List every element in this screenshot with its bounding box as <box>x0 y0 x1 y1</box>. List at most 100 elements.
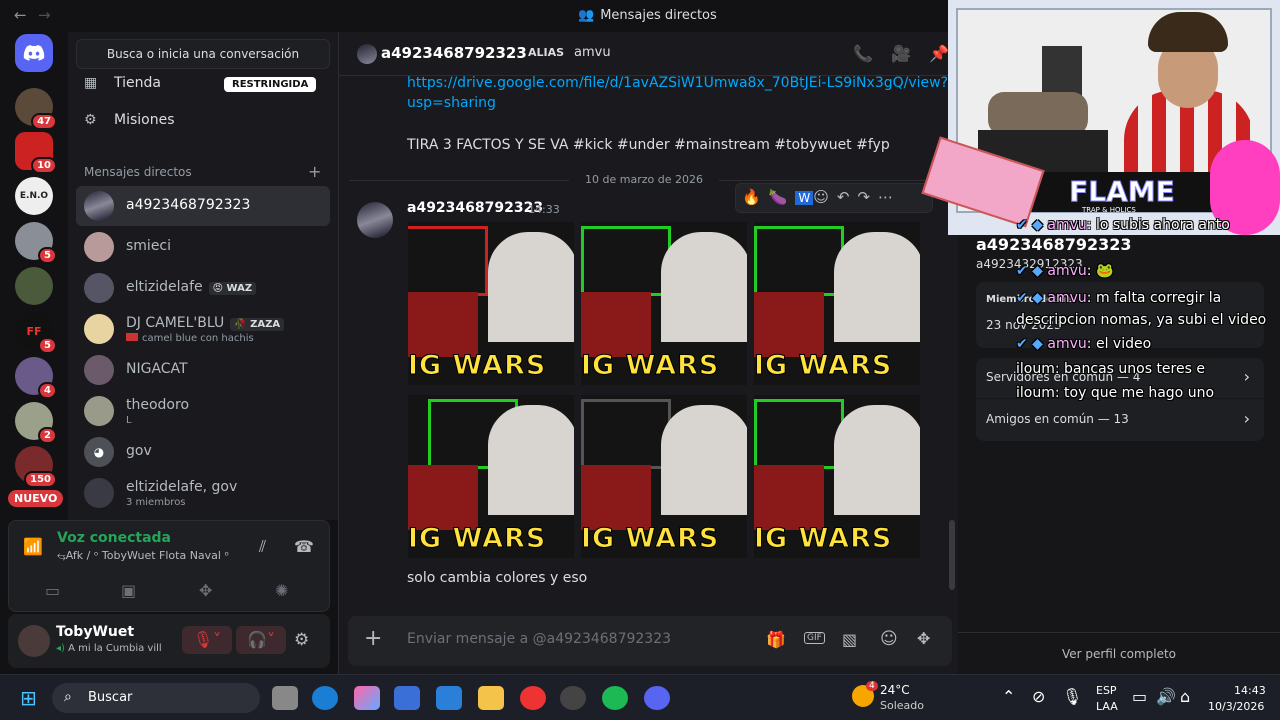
dm-item[interactable]: a4923468792323 <box>76 186 330 226</box>
obs-icon[interactable] <box>560 686 586 710</box>
scrollbar[interactable] <box>949 520 955 590</box>
pin-icon[interactable]: 📌 <box>929 44 949 63</box>
server-icon[interactable]: 4 <box>15 357 57 399</box>
message-author[interactable]: a4923468792323 <box>407 200 543 216</box>
volume-icon[interactable]: 🔊 <box>1156 687 1176 706</box>
chrome-icon[interactable] <box>520 686 546 710</box>
new-dm-plus-icon[interactable]: + <box>308 162 321 181</box>
nav-shop[interactable]: ▦ Tienda <box>84 75 161 91</box>
search-icon: ⌕ <box>64 689 72 705</box>
disconnect-icon[interactable]: ☎ <box>294 537 314 556</box>
dm-item[interactable]: NIGACAT <box>76 350 330 390</box>
server-eno-icon[interactable]: E.N.O <box>15 177 53 215</box>
dm-item[interactable]: DJ CAMEL'BLU 🥀 ZAZA camel blue con hachis <box>76 309 330 349</box>
activities-icon[interactable]: ✥ <box>199 581 212 600</box>
message-text: solo cambia colores y eso <box>407 570 588 586</box>
voice-panel: 📶 Voz conectada ⥃Afk / ᵒ TobyWuet Flota … <box>8 520 330 612</box>
message-link[interactable]: https://drive.google.com/file/d/1avAZSiW… <box>407 75 948 91</box>
dm-item[interactable]: eltizidelafe 😡 WAZ <box>76 268 330 308</box>
store-icon[interactable] <box>394 686 420 710</box>
settings-gear-icon[interactable]: ⚙ <box>294 630 309 650</box>
alias-label: ALIAS <box>528 46 565 59</box>
fire-reaction-icon[interactable]: 🔥 <box>742 188 769 206</box>
server-icon[interactable] <box>15 267 53 305</box>
server-icon[interactable]: 47 <box>15 88 57 130</box>
display-icon[interactable]: ▭ <box>1132 687 1147 706</box>
username: TobyWuet <box>56 624 135 640</box>
microphone-icon[interactable]: 🎙 <box>1062 687 1082 706</box>
overlay-chat-line: iloum: toy que me hago uno <box>1016 385 1215 401</box>
apps-icon[interactable]: ✥ <box>917 629 930 648</box>
deafen-button[interactable]: 🎧˅ <box>236 626 286 654</box>
outlook-icon[interactable] <box>436 686 462 710</box>
copilot-icon[interactable] <box>354 686 380 710</box>
edge-icon[interactable] <box>312 686 338 710</box>
task-view-icon[interactable] <box>272 686 298 710</box>
avatar[interactable] <box>357 202 393 238</box>
dm-item[interactable]: eltizidelafe, gov 3 miembros <box>76 473 330 513</box>
attach-plus-icon[interactable]: + <box>364 626 382 651</box>
gift-icon[interactable]: 🎁 <box>766 630 786 649</box>
w-reaction-icon[interactable]: W <box>795 191 814 205</box>
add-reaction-icon[interactable]: ☺ <box>813 188 837 206</box>
overlay-chat-line: iloum: bancas unos teres e <box>1016 361 1205 377</box>
more-icon[interactable]: ⋯ <box>878 188 901 206</box>
overlay-chat-line: ✔ ◆ amvu: el video <box>1016 336 1152 352</box>
message-time: 14:33 <box>528 203 560 216</box>
eggplant-reaction-icon[interactable]: 🍆 <box>769 188 796 206</box>
server-icon[interactable]: 150 <box>15 446 57 488</box>
dm-item[interactable]: ◕ gov <box>76 432 330 472</box>
sticker-icon[interactable]: ▧ <box>842 630 857 649</box>
profile-name: a4923468792323 <box>976 235 1132 254</box>
user-panel: TobyWuet ◂) A mi la Cumbia vill 🎙˅ 🎧˅ ⚙ <box>8 614 330 668</box>
server-icon[interactable]: 5 <box>15 222 57 264</box>
chevron-up-icon[interactable]: ⌃ <box>1002 687 1015 706</box>
dm-item[interactable]: theodoro L <box>76 391 330 431</box>
file-explorer-icon[interactable] <box>478 686 504 710</box>
poster <box>1042 46 1082 96</box>
mute-mic-button[interactable]: 🎙˅ <box>182 626 232 654</box>
screen-share-icon[interactable]: ▣ <box>121 581 136 600</box>
forward-icon[interactable]: ↷ <box>857 188 878 206</box>
forward-arrow-icon[interactable]: → <box>38 6 51 24</box>
view-full-profile-link[interactable]: Ver perfil completo <box>958 632 1280 674</box>
restricted-badge: RESTRINGIDA <box>224 77 317 92</box>
reply-icon[interactable]: ↶ <box>837 188 858 206</box>
gif-icon[interactable]: GIF <box>804 632 825 644</box>
mutual-friends-row[interactable]: Amigos en común — 13 › <box>976 399 1264 441</box>
voice-status[interactable]: Voz conectada <box>57 530 171 546</box>
avatar <box>84 314 114 344</box>
server-icon[interactable]: 10 <box>15 132 57 174</box>
avatar <box>84 396 114 426</box>
voice-channel[interactable]: ⥃Afk / ᵒ TobyWuet Flota Naval ᵒ <box>57 549 229 563</box>
call-icon[interactable]: 📞 <box>853 44 873 63</box>
battery-icon[interactable]: ⌂ <box>1180 687 1190 706</box>
noise-suppression-icon[interactable]: ⫽ <box>259 537 266 557</box>
back-arrow-icon[interactable]: ← <box>14 6 27 24</box>
message-input[interactable]: Enviar mensaje a @a4923468792323 <box>407 631 671 647</box>
message-link[interactable]: usp=sharing <box>407 95 496 111</box>
emoji-icon[interactable]: ☺ <box>880 629 898 649</box>
spotify-icon[interactable] <box>602 686 628 710</box>
new-badge[interactable]: NUEVO <box>8 490 64 507</box>
soundboard-icon[interactable]: ✺ <box>275 581 288 600</box>
server-icon[interactable]: 2 <box>15 402 57 444</box>
nav-quests[interactable]: ⚙ Misiones <box>84 112 175 128</box>
dm-item[interactable]: smieci <box>76 227 330 267</box>
image-thumbnail: IG WARS <box>752 393 922 560</box>
camera-off-icon[interactable]: ▭ <box>45 581 60 600</box>
taskbar-search[interactable]: ⌕ Buscar <box>52 683 260 713</box>
quests-icon: ⚙ <box>84 112 97 128</box>
image-grid[interactable]: IG WARS IG WARS IG WARS IG WARS IG WARS … <box>406 220 924 564</box>
message-composer: + Enviar mensaje a @a4923468792323 🎁 GIF… <box>348 616 952 666</box>
network-off-icon[interactable]: ⊘ <box>1032 687 1045 706</box>
server-icon[interactable]: FF 5 <box>15 312 57 354</box>
video-call-icon[interactable]: 🎥 <box>891 44 911 63</box>
chevron-right-icon: › <box>1243 409 1250 428</box>
discord-taskbar-icon[interactable] <box>644 686 670 710</box>
windows-start-icon[interactable]: ⊞ <box>20 686 37 710</box>
image-thumbnail: IG WARS <box>579 220 749 387</box>
search-input[interactable]: Busca o inicia una conversación <box>76 39 330 69</box>
avatar[interactable] <box>18 625 50 657</box>
discord-home-icon[interactable] <box>15 34 53 72</box>
